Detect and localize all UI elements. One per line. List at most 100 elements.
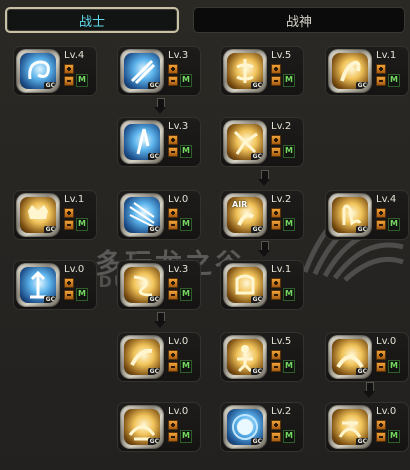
max-button[interactable]: M (283, 218, 295, 231)
skill-rune-icon[interactable]: GC (227, 53, 263, 89)
skill-orb-icon[interactable]: GC (227, 409, 263, 445)
skill-streak-icon[interactable]: GC (124, 197, 160, 233)
gc-label: GC (355, 368, 368, 375)
level-up-button[interactable] (376, 420, 386, 430)
level-up-button[interactable] (271, 278, 281, 288)
max-button[interactable]: M (180, 218, 192, 231)
skill-burst-icon[interactable]: GC (227, 124, 263, 160)
level-down-button[interactable] (64, 76, 74, 86)
skill-slot: GC Lv.0 M (117, 402, 201, 452)
level-down-button[interactable] (376, 220, 386, 230)
max-button[interactable]: M (180, 145, 192, 158)
gc-label: GC (250, 438, 263, 445)
level-down-button[interactable] (271, 147, 281, 157)
skill-hp2-icon[interactable]: GC (124, 409, 160, 445)
level-down-button[interactable] (64, 290, 74, 300)
max-button[interactable]: M (388, 74, 400, 87)
skill-slot: GC Lv.0 M (117, 332, 201, 382)
level-up-button[interactable] (376, 350, 386, 360)
max-button[interactable]: M (388, 360, 400, 373)
gc-label: GC (355, 438, 368, 445)
max-button[interactable]: M (180, 430, 192, 443)
max-button[interactable]: M (180, 288, 192, 301)
skill-slash-icon[interactable]: GC (124, 53, 160, 89)
skill-level: Lv.4 (64, 50, 85, 61)
level-up-button[interactable] (271, 420, 281, 430)
level-down-button[interactable] (168, 432, 178, 442)
skill-spin-icon[interactable]: GC (124, 267, 160, 303)
skill-slot: GC Lv.5 M (220, 332, 304, 382)
max-button[interactable]: M (283, 74, 295, 87)
skill-slot: GC Lv.3 M (117, 46, 201, 96)
skill-level: Lv.0 (376, 406, 397, 417)
level-down-button[interactable] (376, 76, 386, 86)
gc-label: GC (250, 368, 263, 375)
level-up-button[interactable] (271, 135, 281, 145)
skill-blade-icon[interactable]: GC (124, 124, 160, 160)
skill-level: Lv.1 (376, 50, 397, 61)
level-up-button[interactable] (168, 135, 178, 145)
level-up-button[interactable] (168, 420, 178, 430)
level-down-button[interactable] (376, 432, 386, 442)
level-down-button[interactable] (168, 220, 178, 230)
level-down-button[interactable] (168, 147, 178, 157)
skill-leap-icon[interactable]: GC (332, 53, 368, 89)
level-down-button[interactable] (271, 220, 281, 230)
level-down-button[interactable] (64, 220, 74, 230)
level-up-button[interactable] (376, 208, 386, 218)
tab-warrior[interactable]: 战士 (5, 7, 179, 33)
skill-kick-icon[interactable]: GC (124, 339, 160, 375)
skill-level: Lv.3 (168, 50, 189, 61)
level-up-button[interactable] (271, 208, 281, 218)
max-button[interactable]: M (76, 288, 88, 301)
max-button[interactable]: M (388, 430, 400, 443)
level-down-button[interactable] (271, 362, 281, 372)
level-up-button[interactable] (64, 64, 74, 74)
level-up-button[interactable] (271, 64, 281, 74)
level-down-button[interactable] (168, 290, 178, 300)
tab-mercenary[interactable]: 战神 (193, 7, 405, 33)
level-down-button[interactable] (271, 290, 281, 300)
skill-mp-icon[interactable]: GC (332, 409, 368, 445)
max-button[interactable]: M (388, 218, 400, 231)
max-button[interactable]: M (76, 218, 88, 231)
level-up-button[interactable] (64, 208, 74, 218)
level-up-button[interactable] (376, 64, 386, 74)
level-down-button[interactable] (271, 76, 281, 86)
gc-label: GC (43, 296, 56, 303)
skill-level: Lv.0 (376, 336, 397, 347)
skill-air-icon[interactable]: AIR GC (227, 197, 263, 233)
prerequisite-arrow-icon (154, 312, 166, 328)
skill-hp-icon[interactable]: GC (332, 339, 368, 375)
gc-label: GC (147, 153, 160, 160)
gc-label: GC (250, 82, 263, 89)
level-up-button[interactable] (64, 278, 74, 288)
level-down-button[interactable] (168, 76, 178, 86)
gc-label: GC (250, 153, 263, 160)
max-button[interactable]: M (76, 74, 88, 87)
max-button[interactable]: M (283, 430, 295, 443)
max-button[interactable]: M (180, 360, 192, 373)
level-up-button[interactable] (168, 64, 178, 74)
gc-label: GC (250, 296, 263, 303)
max-button[interactable]: M (180, 74, 192, 87)
skill-figure-icon[interactable]: GC (227, 339, 263, 375)
level-up-button[interactable] (271, 350, 281, 360)
max-button[interactable]: M (283, 145, 295, 158)
skill-stomp-icon[interactable]: GC (227, 267, 263, 303)
level-down-button[interactable] (271, 432, 281, 442)
gc-label: GC (43, 226, 56, 233)
level-up-button[interactable] (168, 208, 178, 218)
max-button[interactable]: M (283, 360, 295, 373)
skill-rise-icon[interactable]: GC (20, 267, 56, 303)
skill-slot: AIR GC Lv.2 M (220, 190, 304, 240)
level-down-button[interactable] (376, 362, 386, 372)
skill-crown-icon[interactable]: GC (20, 197, 56, 233)
skill-hand-icon[interactable]: GC (332, 197, 368, 233)
skill-swirl-icon[interactable]: GC (20, 53, 56, 89)
max-button[interactable]: M (283, 288, 295, 301)
skill-slot: GC Lv.1 M (325, 46, 409, 96)
level-down-button[interactable] (168, 362, 178, 372)
level-up-button[interactable] (168, 350, 178, 360)
level-up-button[interactable] (168, 278, 178, 288)
